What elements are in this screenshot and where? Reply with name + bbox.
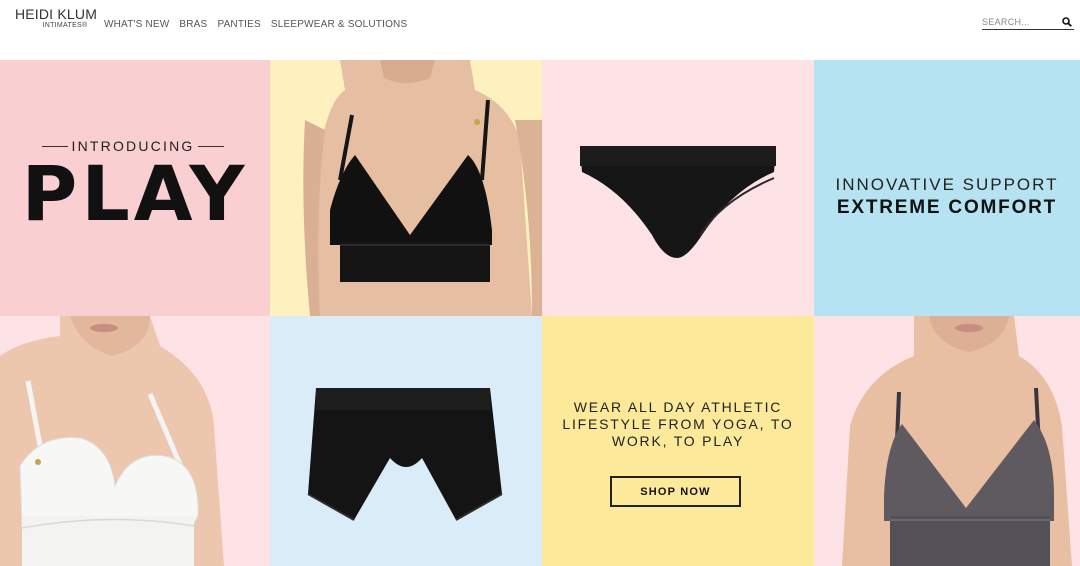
black-brief-illustration bbox=[580, 146, 776, 258]
support-text-block: INNOVATIVE SUPPORT EXTREME COMFORT bbox=[814, 176, 1080, 217]
divider-left bbox=[42, 145, 68, 147]
brand-sub: INTIMATES® bbox=[42, 22, 88, 29]
model-grey-bralette-image[interactable] bbox=[814, 316, 1080, 566]
model-black-bralette-image[interactable] bbox=[270, 60, 542, 316]
main-nav: WHAT'S NEW BRAS PANTIES SLEEPWEAR & SOLU… bbox=[104, 19, 407, 30]
wear-all-day-tile: WEAR ALL DAY ATHLETIC LIFESTYLE FROM YOG… bbox=[542, 316, 814, 566]
nav-item-bras[interactable]: BRAS bbox=[179, 19, 207, 30]
black-brief-image[interactable] bbox=[542, 60, 814, 316]
support-line-1: INNOVATIVE SUPPORT bbox=[835, 175, 1059, 194]
nav-item-panties[interactable]: PANTIES bbox=[217, 19, 260, 30]
nav-item-whats-new[interactable]: WHAT'S NEW bbox=[104, 19, 169, 30]
site-header: HEIDI KLUM INTIMATES® WHAT'S NEW BRAS PA… bbox=[0, 0, 1080, 60]
model-grey-bralette-illustration bbox=[842, 316, 1072, 566]
shop-now-button[interactable]: SHOP NOW bbox=[610, 476, 741, 507]
introducing-tile[interactable]: INTRODUCING PLAY bbox=[0, 60, 270, 316]
black-boyshort-illustration bbox=[307, 388, 503, 521]
search-box bbox=[982, 16, 1074, 30]
model-black-bralette-illustration bbox=[303, 60, 542, 316]
model-white-bra-image[interactable] bbox=[0, 316, 270, 566]
divider-right bbox=[197, 145, 224, 147]
black-boyshort-image[interactable] bbox=[270, 316, 542, 566]
wear-all-day-text: WEAR ALL DAY ATHLETIC LIFESTYLE FROM YOG… bbox=[562, 399, 794, 449]
model-white-bra-illustration bbox=[0, 316, 224, 566]
brand-logo[interactable]: HEIDI KLUM INTIMATES® bbox=[14, 7, 98, 29]
brand-name: HEIDI KLUM bbox=[14, 6, 98, 22]
support-line-2: EXTREME COMFORT bbox=[836, 197, 1058, 218]
search-input[interactable] bbox=[982, 16, 1060, 28]
support-tile[interactable]: INNOVATIVE SUPPORT EXTREME COMFORT bbox=[814, 60, 1080, 316]
nav-item-sleepwear-solutions[interactable]: SLEEPWEAR & SOLUTIONS bbox=[271, 19, 407, 30]
search-icon[interactable] bbox=[1062, 17, 1072, 27]
promo-grid: INTRODUCING PLAY INNOVATIVE SUPPORT EXTR… bbox=[0, 60, 1080, 566]
play-headline: PLAY bbox=[21, 149, 249, 238]
